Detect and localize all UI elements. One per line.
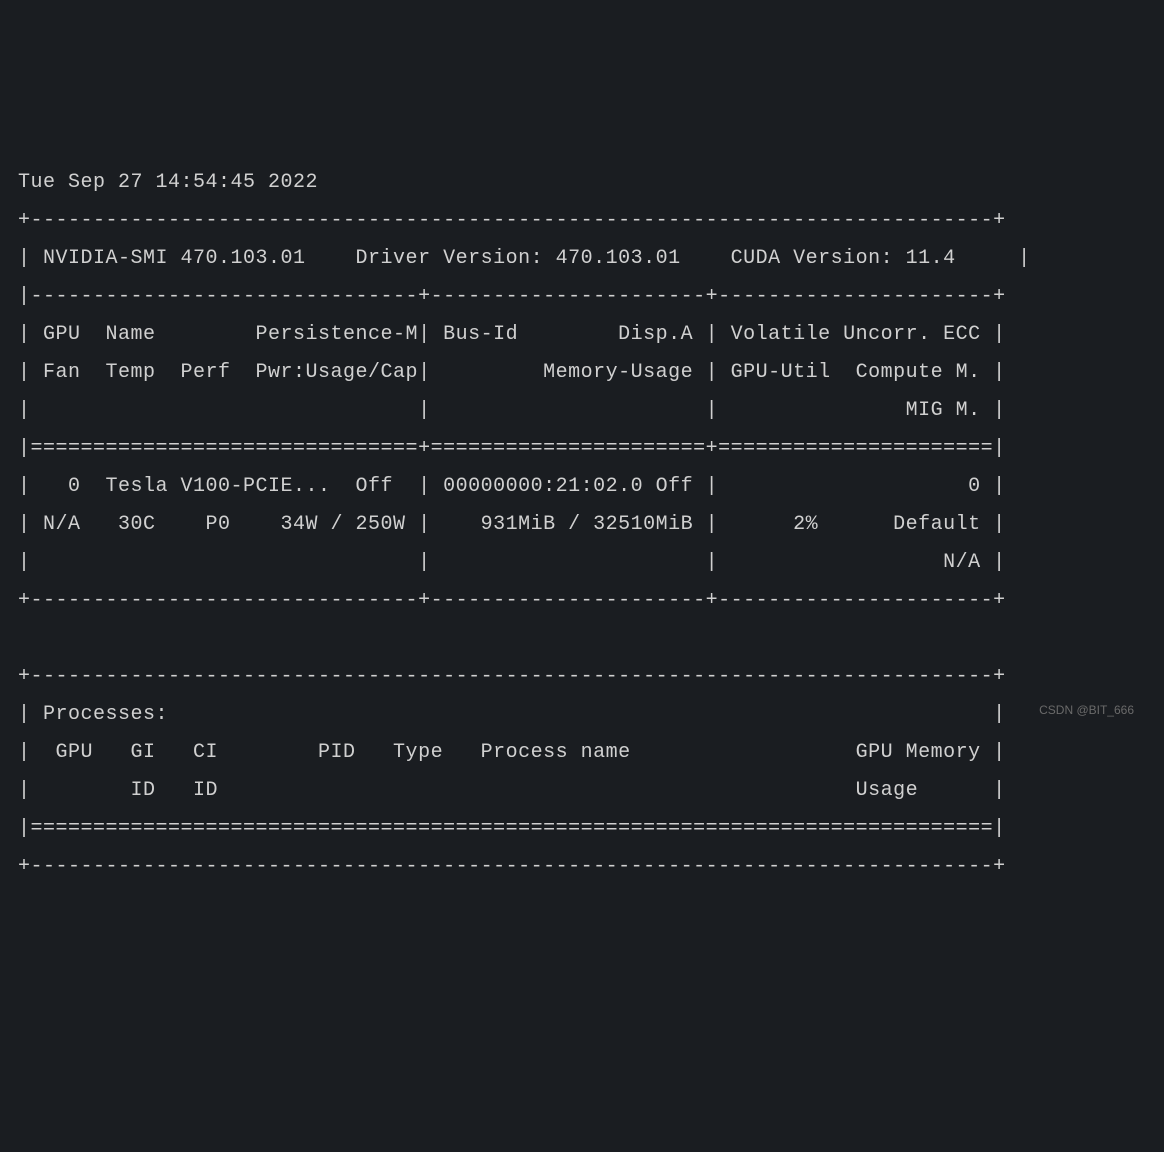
border-top: +---------------------------------------…: [18, 209, 1006, 232]
divider-equals: |===============================+=======…: [18, 437, 1006, 460]
proc-equals: |=======================================…: [18, 817, 1006, 840]
version-row: | NVIDIA-SMI 470.103.01 Driver Version: …: [18, 247, 1031, 270]
header-row-1: | GPU Name Persistence-M| Bus-Id Disp.A …: [18, 323, 1006, 346]
gpu-data-row-2: | N/A 30C P0 34W / 250W | 931MiB / 32510…: [18, 513, 1006, 536]
proc-title-row: | Processes: |: [18, 703, 1006, 726]
divider: |-------------------------------+-------…: [18, 285, 1006, 308]
proc-header-1: | GPU GI CI PID Type Process name GPU Me…: [18, 741, 1006, 764]
gpu-data-row-3: | | | N/A |: [18, 551, 1006, 574]
border-bottom: +-------------------------------+-------…: [18, 589, 1006, 612]
proc-border-bottom: +---------------------------------------…: [18, 855, 1006, 878]
timestamp: Tue Sep 27 14:54:45 2022: [18, 171, 318, 194]
nvidia-smi-output: Tue Sep 27 14:54:45 2022 +--------------…: [18, 164, 1146, 886]
gpu-data-row-1: | 0 Tesla V100-PCIE... Off | 00000000:21…: [18, 475, 1006, 498]
header-row-3: | | | MIG M. |: [18, 399, 1006, 422]
proc-border-top: +---------------------------------------…: [18, 665, 1006, 688]
proc-header-2: | ID ID Usage |: [18, 779, 1006, 802]
watermark-text: CSDN @BIT_666: [1039, 699, 1134, 722]
header-row-2: | Fan Temp Perf Pwr:Usage/Cap| Memory-Us…: [18, 361, 1006, 384]
